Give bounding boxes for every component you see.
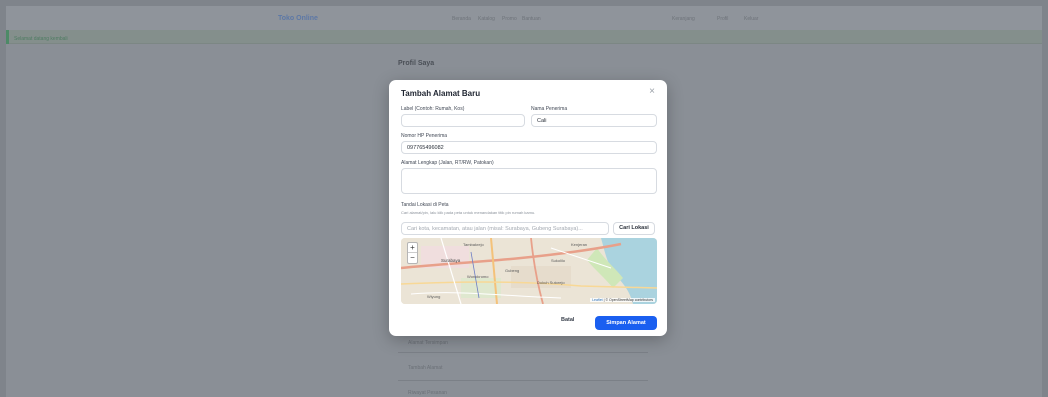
location-search-input[interactable] <box>401 222 609 235</box>
recipient-name-input[interactable] <box>531 114 657 127</box>
zoom-out-button[interactable]: − <box>408 253 417 263</box>
background-banner <box>6 30 1042 44</box>
osm-attribution-text: | © OpenStreetMap contributors <box>602 298 653 302</box>
recipient-name-label: Nama Penerima <box>531 106 568 112</box>
background-divider <box>398 380 648 381</box>
phone-number-label: Nomor HP Penerima <box>401 133 448 139</box>
map-place-label: Gubeng <box>505 268 519 273</box>
background-row: Alamat Tersimpan <box>408 340 448 346</box>
background-row: Tambah Alamat <box>408 365 443 371</box>
modal-title: Tambah Alamat Baru <box>401 89 481 98</box>
search-location-button[interactable]: Cari Lokasi <box>613 222 655 235</box>
location-map[interactable]: Tambakrejo Surabaya Kenjeran Gubeng Suko… <box>401 238 657 304</box>
background-nav-item: Promo <box>502 16 517 22</box>
map-attribution: Leaflet | © OpenStreetMap contributors <box>590 298 655 302</box>
background-logo: Toko Online <box>278 15 318 22</box>
map-place-label: Surabaya <box>441 258 461 263</box>
map-place-label: Wonokromo <box>467 274 489 279</box>
leaflet-link[interactable]: Leaflet <box>592 298 603 302</box>
map-place-label: Kenjeran <box>571 242 587 247</box>
address-label-input[interactable] <box>401 114 525 127</box>
background-nav-item: Keluar <box>744 16 759 22</box>
background-nav-item: Beranda <box>452 16 471 22</box>
full-address-label: Alamat Lengkap (Jalan, RT/RW, Patokan) <box>401 160 494 166</box>
address-label-field-label: Label (Contoh: Rumah, Kos) <box>401 106 465 112</box>
background-divider <box>398 352 648 353</box>
map-place-label: Tambakrejo <box>463 242 484 247</box>
background-nav-item: Bantuan <box>522 16 541 22</box>
cancel-button[interactable]: Batal <box>561 317 574 323</box>
save-address-button[interactable]: Simpan Alamat <box>595 316 657 330</box>
full-address-textarea[interactable] <box>401 168 657 194</box>
background-nav-item: Katalog <box>478 16 495 22</box>
map-location-hint: Cari alamat/pin, lalu klik pada peta unt… <box>401 210 536 215</box>
map-zoom-control: + − <box>407 242 418 264</box>
phone-number-input[interactable] <box>401 141 657 154</box>
background-row: Riwayat Pesanan <box>408 390 447 396</box>
map-place-label: Sukolilo <box>551 258 566 263</box>
background-nav-item: Keranjang <box>672 16 695 22</box>
background-nav-item: Profil <box>717 16 729 22</box>
map-location-label: Tandai Lokasi di Peta <box>401 202 449 208</box>
background-banner-accent <box>6 30 9 44</box>
add-address-modal: Tambah Alamat Baru × Label (Contoh: Ruma… <box>389 80 667 336</box>
close-icon[interactable]: × <box>649 86 655 97</box>
map-place-label: Dukuh Sutorejo <box>537 280 565 285</box>
map-tiles: Tambakrejo Surabaya Kenjeran Gubeng Suko… <box>401 238 657 304</box>
background-banner-text: Selamat datang kembali <box>14 36 68 42</box>
map-place-label: Wiyung <box>427 294 440 299</box>
zoom-in-button[interactable]: + <box>408 243 417 253</box>
background-page-title: Profil Saya <box>398 60 435 67</box>
